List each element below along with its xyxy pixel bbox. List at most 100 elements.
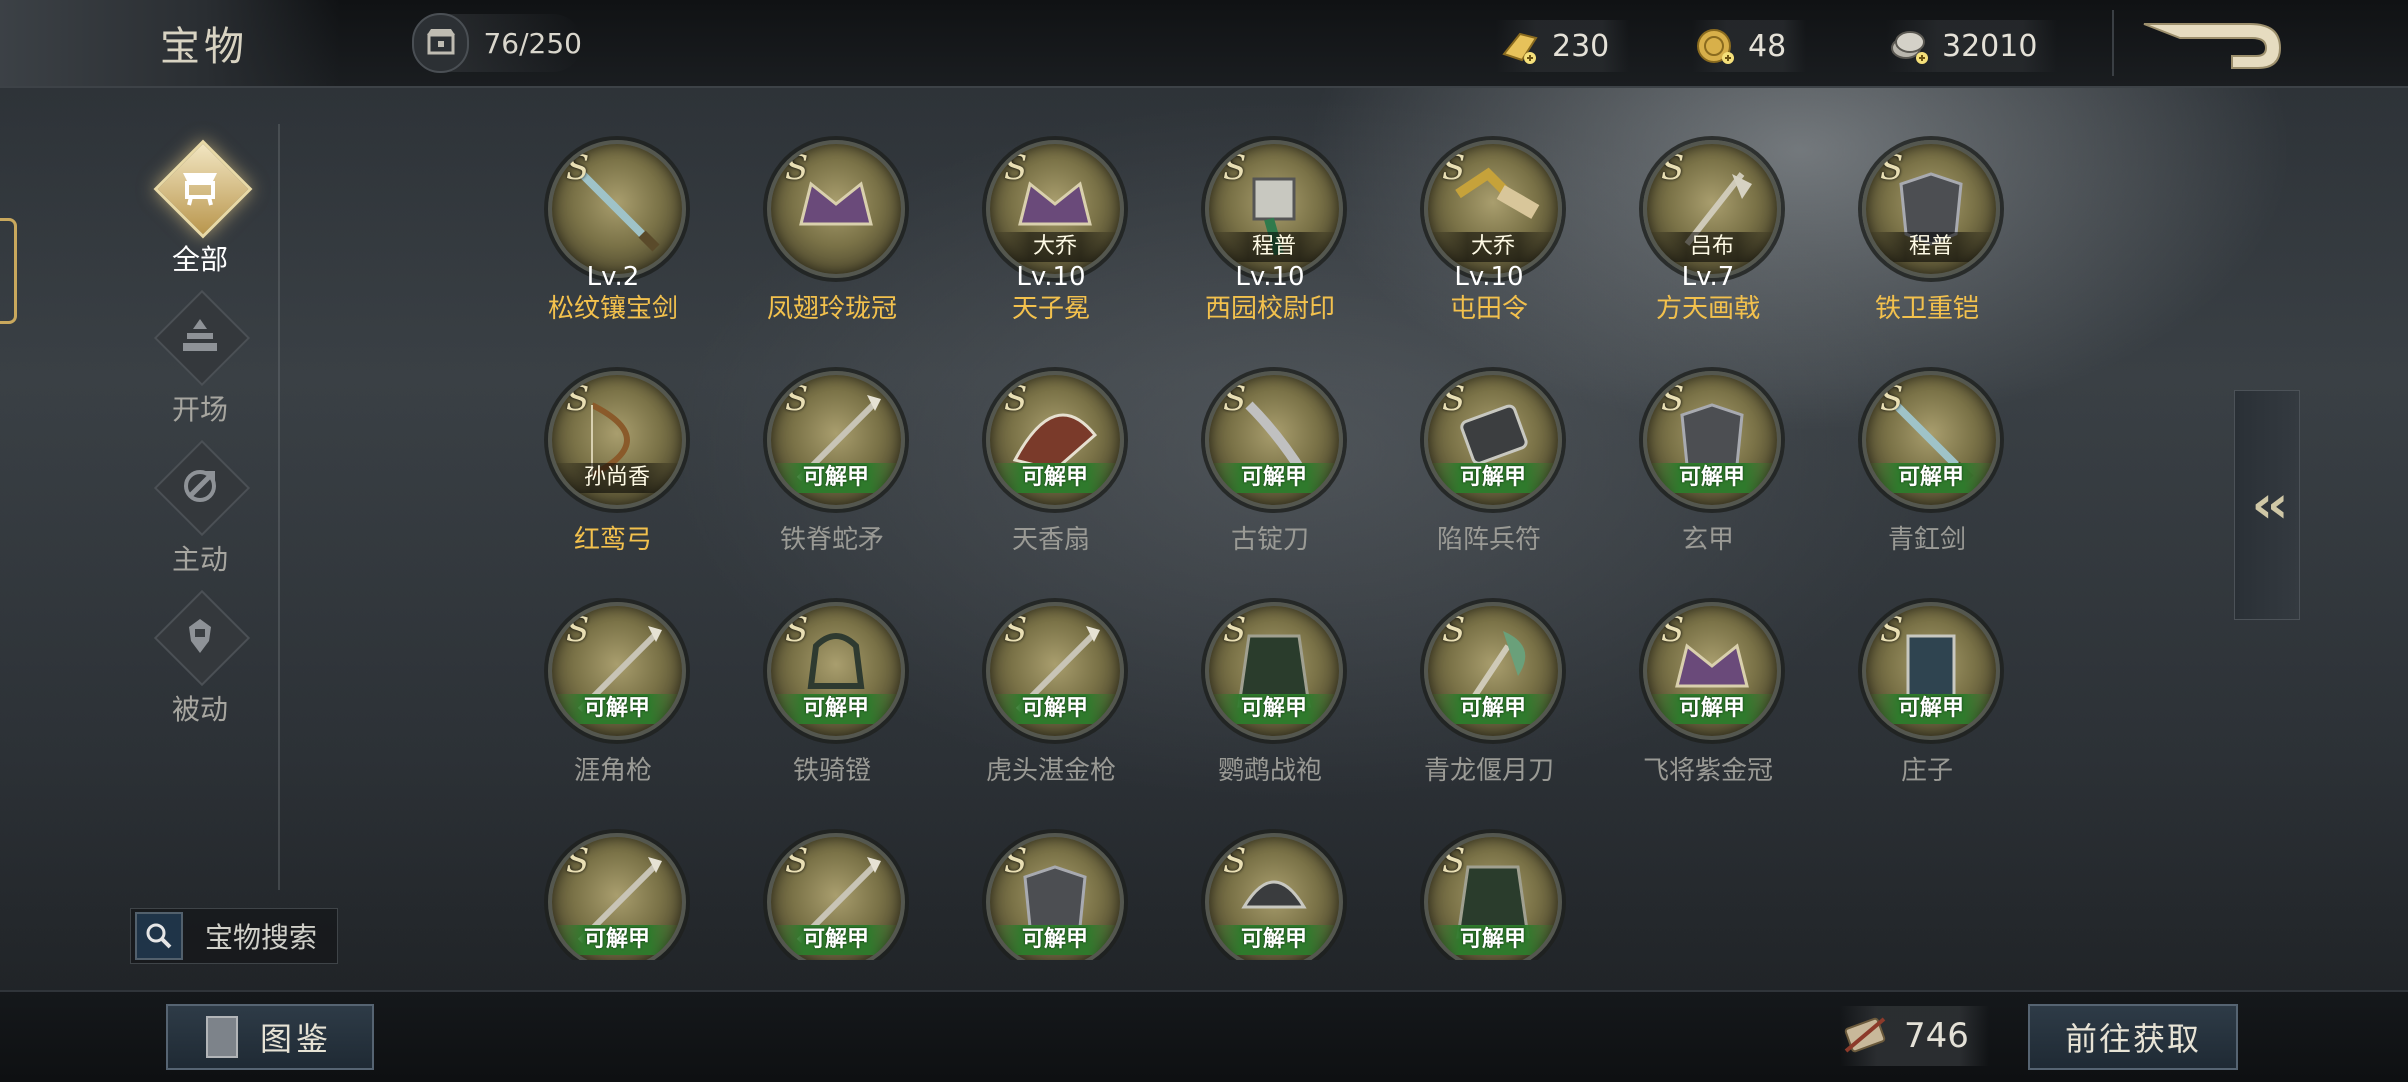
treasure-item[interactable]: S 可解甲 青釭剑 <box>1834 361 2034 581</box>
rank-badge: S <box>785 610 809 650</box>
tab-passive[interactable]: 被动 <box>140 589 260 734</box>
treasure-item[interactable]: S 可解甲天香扇 <box>958 361 1158 581</box>
treasure-item[interactable]: S 可解甲 铁骑镫 <box>739 592 939 812</box>
treasure-medal: S 可解甲 <box>767 371 905 509</box>
rank-badge: S <box>1880 148 1904 188</box>
currency-gold-bar[interactable]: 230 <box>1496 20 1630 72</box>
side-drawer-handle[interactable] <box>0 218 17 324</box>
dismantle-label: 可解甲 <box>1647 463 1777 493</box>
book-icon <box>206 1016 238 1058</box>
treasure-item[interactable]: S 可解甲 涯角枪 <box>520 592 720 812</box>
rank-badge: S <box>1661 148 1685 188</box>
treasure-capacity: 76/250 <box>412 13 582 73</box>
rank-badge: S <box>1004 379 1028 419</box>
treasure-item[interactable]: S 吕布 Lv.7 方天画戟 <box>1615 130 1815 350</box>
treasure-name: 天子冕 <box>1011 294 1090 324</box>
treasure-item[interactable]: S 大乔 Lv.10 屯田令 <box>1396 130 1596 350</box>
treasure-item[interactable]: S 可解甲 <box>739 823 939 960</box>
goto-obtain-button[interactable]: 前往获取 <box>2028 1004 2238 1070</box>
rank-badge: S <box>566 148 590 188</box>
treasure-name: 方天画戟 <box>1655 294 1760 324</box>
rank-badge: S <box>566 841 590 881</box>
equipped-hero-label: 大乔 <box>1428 232 1558 262</box>
treasure-item[interactable]: S 程普 Lv.10 西园校尉印 <box>1177 130 1377 350</box>
treasure-name: 天香扇 <box>1011 525 1090 555</box>
tab-all[interactable]: 全部 <box>140 139 260 284</box>
rank-badge: S <box>1004 610 1028 650</box>
gold-bar-icon <box>1496 22 1544 70</box>
tab-all-label: 全部 <box>171 243 228 276</box>
treasure-medal: S 程普 <box>1205 140 1343 278</box>
treasure-item[interactable]: S 凤翅玲珑冠 <box>739 130 939 350</box>
equipped-hero-label: 孙尚香 <box>552 463 682 493</box>
search-icon <box>135 912 183 960</box>
treasure-name: 古锭刀 <box>1230 525 1309 555</box>
treasure-item[interactable]: S 可解甲 <box>520 823 720 960</box>
treasure-name: 庄子 <box>1900 756 1953 786</box>
tab-active[interactable]: 主动 <box>140 439 260 584</box>
treasure-medal: S 吕布 <box>1643 140 1781 278</box>
tab-passive-label: 被动 <box>171 693 228 726</box>
treasure-medal: S 可解甲 <box>1205 371 1343 509</box>
treasure-item[interactable]: S 可解甲陷阵兵符 <box>1396 361 1596 581</box>
treasure-item[interactable]: S 可解甲 铁脊蛇矛 <box>739 361 939 581</box>
treasure-grid: S Lv.2 松纹镶宝剑 S 凤翅玲珑冠 S 大乔 Lv.10 天子冕 S 程普 Lv.10 西园校尉印… <box>520 130 2040 960</box>
gold-coin-icon <box>1692 22 1740 70</box>
expand-panel-button[interactable]: ‹‹ <box>2234 390 2300 620</box>
dismantle-label: 可解甲 <box>771 463 901 493</box>
codex-button[interactable]: 图鉴 <box>166 1004 374 1070</box>
rank-badge: S <box>566 379 590 419</box>
treasure-medal: S 可解甲 <box>1424 371 1562 509</box>
treasure-item[interactable]: S 可解甲 <box>958 823 1158 960</box>
top-divider <box>2112 10 2114 76</box>
treasure-item[interactable]: S Lv.2 松纹镶宝剑 <box>520 130 720 350</box>
treasure-name: 铁卫重铠 <box>1874 294 1979 324</box>
treasure-item[interactable]: S 程普 铁卫重铠 <box>1834 130 2034 350</box>
treasure-item[interactable]: S 可解甲 <box>1396 823 1596 960</box>
passive-skill-icon <box>170 606 230 666</box>
codex-label: 图鉴 <box>260 1020 333 1058</box>
treasure-medal: S 可解甲 <box>548 833 686 960</box>
treasure-medal: S 可解甲 <box>986 833 1124 960</box>
treasure-item[interactable]: S 大乔 Lv.10 天子冕 <box>958 130 1158 350</box>
treasure-item[interactable]: S 孙尚香 红鸾弓 <box>520 361 720 581</box>
treasure-name: 鹦鹉战袍 <box>1217 756 1322 786</box>
currency-silver-coin[interactable]: 32010 <box>1886 20 2058 72</box>
rank-badge: S <box>1442 379 1466 419</box>
treasure-name: 陷阵兵符 <box>1436 525 1541 555</box>
treasure-item[interactable]: S 可解甲 虎头湛金枪 <box>958 592 1158 812</box>
treasure-medal: S <box>548 140 686 278</box>
back-button[interactable] <box>2140 18 2284 74</box>
dismantle-label: 可解甲 <box>1209 463 1339 493</box>
dismantle-label: 可解甲 <box>552 694 682 724</box>
treasure-chest-icon <box>412 13 470 73</box>
rank-badge: S <box>1442 610 1466 650</box>
rank-badge: S <box>1880 610 1904 650</box>
double-chevron-left-icon: ‹‹ <box>2251 475 2289 535</box>
treasure-item[interactable]: S 可解甲 青龙偃月刀 <box>1396 592 1596 812</box>
treasure-search[interactable]: 宝物搜索 <box>130 908 338 964</box>
all-treasures-icon <box>170 156 230 216</box>
treasure-name: 飞将紫金冠 <box>1642 756 1773 786</box>
dismantle-label: 可解甲 <box>990 925 1120 955</box>
rank-badge: S <box>1004 841 1028 881</box>
treasure-item[interactable]: S 可解甲 鹦鹉战袍 <box>1177 592 1377 812</box>
dismantle-label: 可解甲 <box>990 694 1120 724</box>
equipped-hero-label: 吕布 <box>1647 232 1777 262</box>
treasure-item[interactable]: S 可解甲 玄甲 <box>1615 361 1815 581</box>
treasure-token-count: 746 <box>1840 1006 1989 1066</box>
treasure-medal: S 可解甲 <box>767 833 905 960</box>
dismantle-label: 可解甲 <box>771 925 901 955</box>
dismantle-label: 可解甲 <box>990 463 1120 493</box>
rank-badge: S <box>1223 610 1247 650</box>
treasure-medal: S 大乔 <box>1424 140 1562 278</box>
treasure-item[interactable]: S 可解甲 庄子 <box>1834 592 2034 812</box>
treasure-medal: S 可解甲 <box>986 602 1124 740</box>
treasure-item[interactable]: S 可解甲 飞将紫金冠 <box>1615 592 1815 812</box>
tab-opening[interactable]: 开场 <box>140 289 260 434</box>
currency-gold-coin[interactable]: 48 <box>1692 20 1807 72</box>
treasure-item[interactable]: S 可解甲 <box>1177 823 1377 960</box>
active-skill-icon <box>170 456 230 516</box>
treasure-item[interactable]: S 可解甲古锭刀 <box>1177 361 1377 581</box>
rank-badge: S <box>785 148 809 188</box>
